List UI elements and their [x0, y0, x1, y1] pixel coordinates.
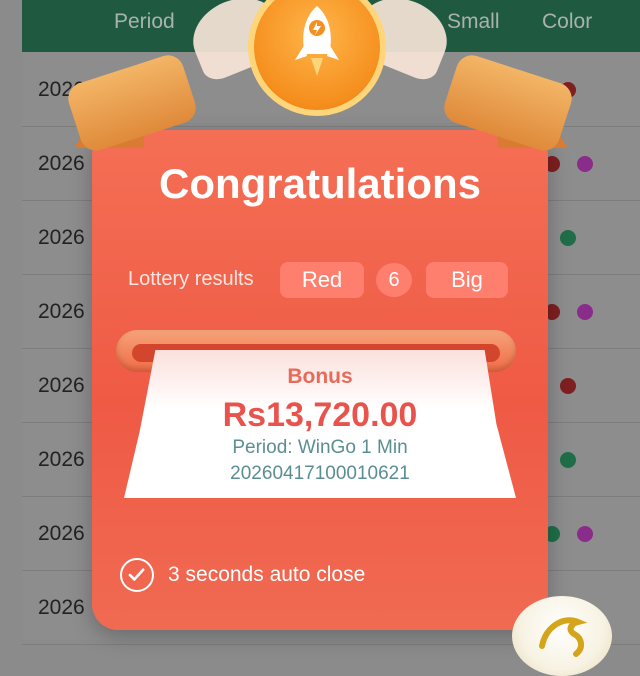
rocket-icon — [295, 6, 339, 76]
result-number-badge: 6 — [376, 263, 412, 297]
header-period: Period — [114, 10, 175, 33]
period-id: 20260417100010621 — [230, 463, 410, 484]
header-color: Color — [542, 10, 593, 33]
check-circle-icon[interactable] — [120, 558, 154, 592]
row-period: 2026 — [38, 374, 85, 397]
color-dot — [560, 230, 576, 246]
result-size-pill: Big — [426, 262, 508, 298]
color-dot — [560, 378, 576, 394]
bonus-amount: Rs13,720.00 — [222, 396, 418, 434]
color-dot — [577, 156, 593, 172]
row-period: 2026 — [38, 152, 85, 175]
color-dot — [577, 526, 593, 542]
period-line: Period: WinGo 1 Min — [232, 437, 408, 458]
dragon-logo-icon — [512, 596, 612, 676]
header-small: Small — [447, 10, 500, 33]
row-period: 2026 — [38, 448, 85, 471]
lottery-results-label: Lottery results — [128, 268, 254, 290]
row-period: 2026 — [38, 226, 85, 249]
result-color-pill: Red — [280, 262, 364, 298]
bonus-label: Bonus — [287, 365, 353, 388]
popup-title: Congratulations — [159, 160, 481, 207]
color-dot — [577, 304, 593, 320]
row-period: 2026 — [38, 300, 85, 323]
row-period: 2026 — [38, 522, 85, 545]
color-dot — [560, 452, 576, 468]
autoclose-text[interactable]: 3 seconds auto close — [168, 563, 365, 587]
row-period: 2026 — [38, 596, 85, 619]
